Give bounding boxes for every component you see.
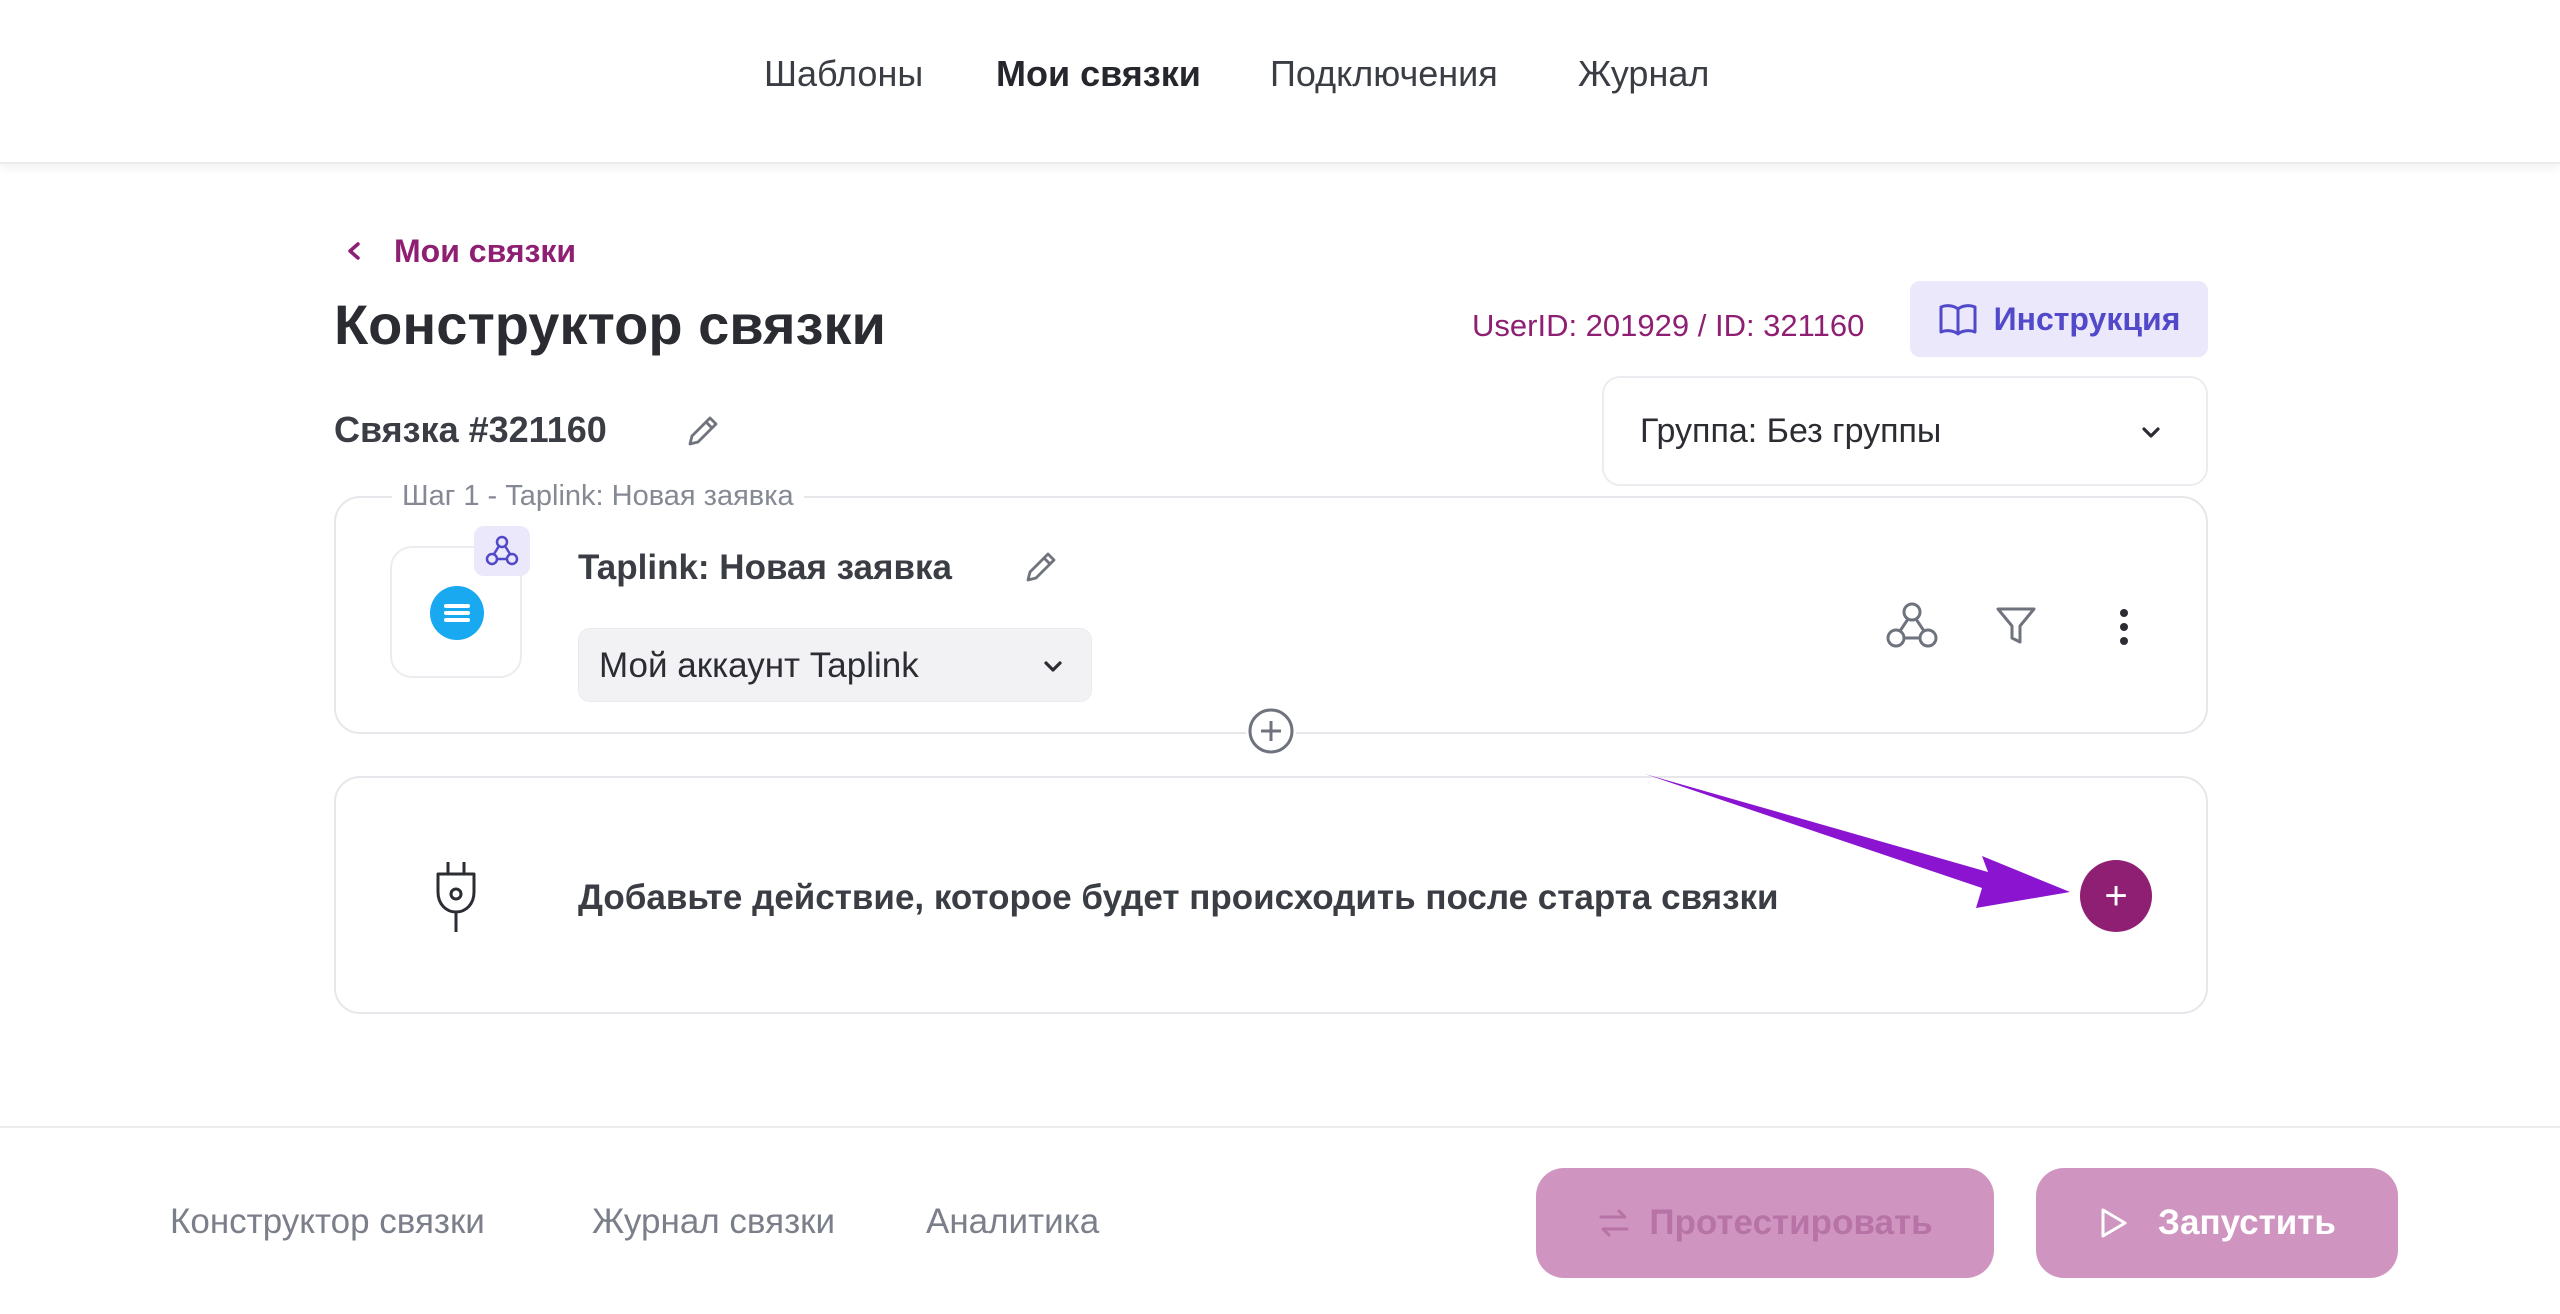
- page-title: Конструктор связки: [334, 293, 886, 356]
- webhook-icon: [485, 535, 519, 566]
- plug-icon: [436, 862, 476, 932]
- book-icon: [1939, 304, 1977, 336]
- test-button[interactable]: Протестировать: [1536, 1168, 1994, 1278]
- user-id-text: UserID: 201929 / ID: 321160: [1472, 308, 1865, 343]
- webhook-icon[interactable]: [1884, 600, 1940, 652]
- plus-icon: +: [2104, 874, 2128, 918]
- filter-icon[interactable]: [1994, 604, 2038, 648]
- more-vertical-icon[interactable]: [2110, 606, 2138, 648]
- tab-constructor[interactable]: Конструктор связки: [170, 1200, 485, 1244]
- add-action-button[interactable]: +: [2080, 860, 2152, 932]
- run-button-label: Запустить: [2158, 1203, 2336, 1242]
- nav-item-connections[interactable]: Подключения: [1270, 52, 1498, 96]
- play-icon: [2101, 1208, 2127, 1238]
- instruction-button[interactable]: Инструкция: [1910, 281, 2208, 357]
- group-select-value: Группа: Без группы: [1640, 412, 1942, 450]
- top-navigation: Шаблоны Мои связки Подключения Журнал: [0, 0, 2560, 164]
- tab-link-journal[interactable]: Журнал связки: [592, 1200, 835, 1244]
- breadcrumb[interactable]: Мои связки: [340, 230, 576, 272]
- step-title: Taplink: Новая заявка: [578, 548, 952, 587]
- nav-item-my-links[interactable]: Мои связки: [996, 52, 1201, 96]
- taplink-app-icon: [430, 586, 484, 640]
- pencil-icon[interactable]: [1022, 548, 1060, 586]
- add-step-circle-icon[interactable]: [1246, 706, 1296, 756]
- swap-arrows-icon: [1599, 1209, 1629, 1237]
- breadcrumb-label: Мои связки: [394, 232, 577, 269]
- account-select[interactable]: Мой аккаунт Taplink: [578, 628, 1092, 702]
- chevron-down-icon: [2142, 427, 2160, 438]
- tab-analytics[interactable]: Аналитика: [926, 1200, 1099, 1244]
- nav-item-journal[interactable]: Журнал: [1578, 52, 1709, 96]
- instruction-label: Инструкция: [1993, 300, 2181, 337]
- annotation-arrow-icon: [1645, 774, 2070, 908]
- chevron-down-icon: [1044, 661, 1062, 672]
- group-select[interactable]: Группа: Без группы: [1602, 376, 2208, 486]
- chevron-left-icon: [348, 242, 360, 260]
- webhook-badge: [474, 526, 530, 576]
- pencil-icon[interactable]: [684, 412, 722, 450]
- run-button[interactable]: Запустить: [2036, 1168, 2398, 1278]
- account-select-value: Мой аккаунт Taplink: [599, 646, 919, 685]
- test-button-label: Протестировать: [1649, 1203, 1933, 1242]
- step-legend: Шаг 1 - Taplink: Новая заявка: [392, 476, 804, 516]
- link-name: Связка #321160: [334, 409, 607, 450]
- nav-item-templates[interactable]: Шаблоны: [764, 52, 923, 96]
- add-action-text: Добавьте действие, которое будет происхо…: [578, 878, 1779, 917]
